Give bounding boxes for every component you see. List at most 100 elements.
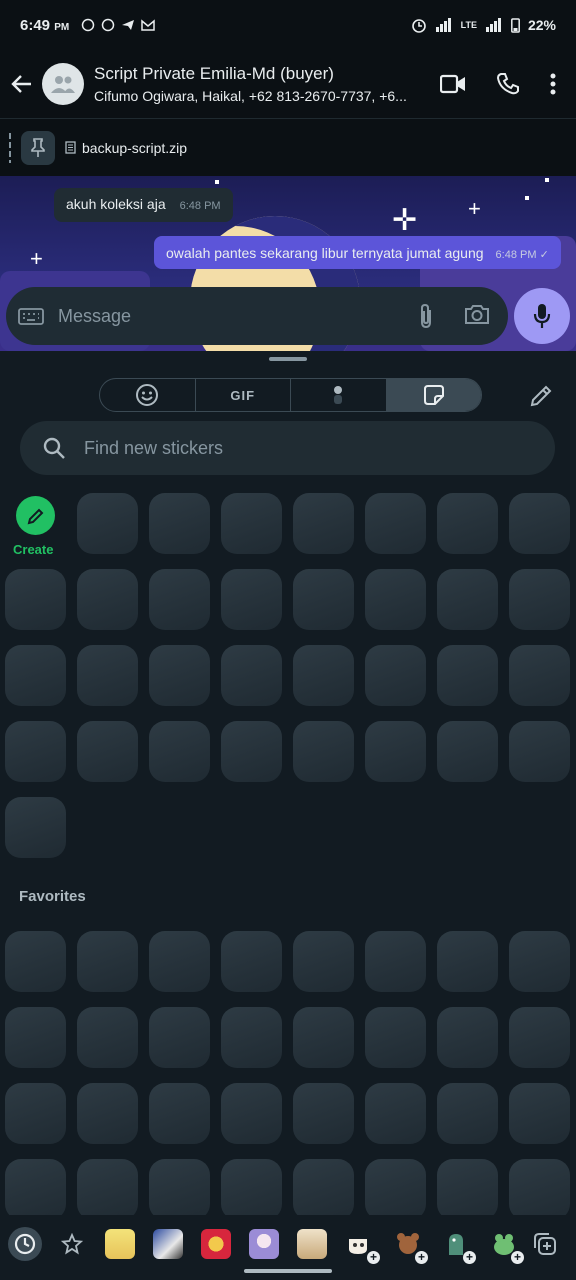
sticker-placeholder[interactable] [77, 493, 138, 554]
sticker-placeholder[interactable] [293, 1083, 354, 1144]
add-stickers-button[interactable] [530, 1229, 560, 1259]
pinned-message-bar[interactable]: backup-script.zip [0, 118, 576, 176]
sticker-search-bar[interactable]: Find new stickers [20, 421, 555, 475]
message-input[interactable]: Message [58, 306, 416, 327]
sticker-placeholder[interactable] [221, 645, 282, 706]
sticker-placeholder[interactable] [221, 1083, 282, 1144]
keyboard-icon[interactable] [18, 306, 44, 326]
sticker-placeholder[interactable] [149, 569, 210, 630]
sticker-placeholder[interactable] [149, 645, 210, 706]
tab-emoji[interactable] [100, 379, 196, 411]
video-call-icon[interactable] [440, 74, 466, 94]
sticker-placeholder[interactable] [365, 721, 426, 782]
message-incoming[interactable]: akuh koleksi aja 6:48 PM [54, 188, 233, 222]
tab-gif[interactable]: GIF [196, 379, 291, 411]
voice-call-icon[interactable] [496, 72, 520, 96]
sticker-placeholder[interactable] [293, 1159, 354, 1220]
favorite-stickers-button[interactable] [57, 1229, 87, 1259]
sticker-pack-thumbnail[interactable] [153, 1229, 183, 1259]
tab-stickers[interactable] [386, 379, 481, 411]
sticker-placeholder[interactable] [365, 931, 426, 992]
sticker-placeholder[interactable] [149, 1159, 210, 1220]
sticker-placeholder[interactable] [77, 1007, 138, 1068]
tab-avatar[interactable] [291, 379, 387, 411]
group-avatar[interactable] [42, 63, 84, 105]
recent-stickers-button[interactable] [8, 1227, 42, 1261]
sticker-pack-thumbnail[interactable] [105, 1229, 135, 1259]
sticker-pack-add[interactable]: + [345, 1229, 380, 1264]
sticker-placeholder[interactable] [437, 1083, 498, 1144]
sticker-placeholder[interactable] [221, 493, 282, 554]
sticker-placeholder[interactable] [365, 1083, 426, 1144]
message-outgoing[interactable]: owalah pantes sekarang libur ternyata ju… [154, 236, 561, 269]
sticker-placeholder[interactable] [77, 931, 138, 992]
sticker-placeholder[interactable] [437, 1159, 498, 1220]
sticker-placeholder[interactable] [221, 931, 282, 992]
gesture-nav-bar[interactable] [244, 1269, 332, 1273]
sticker-placeholder[interactable] [5, 1083, 66, 1144]
sticker-placeholder[interactable] [437, 493, 498, 554]
back-button[interactable] [2, 73, 42, 95]
more-options-icon[interactable] [550, 73, 556, 95]
sticker-placeholder[interactable] [509, 931, 570, 992]
sticker-placeholder[interactable] [509, 1083, 570, 1144]
sticker-placeholder[interactable] [149, 721, 210, 782]
sticker-placeholder[interactable] [437, 931, 498, 992]
message-composer[interactable]: Message [6, 287, 508, 345]
sticker-placeholder[interactable] [437, 1007, 498, 1068]
sticker-placeholder[interactable] [509, 721, 570, 782]
attach-icon[interactable] [416, 303, 436, 329]
sticker-pack-add[interactable]: + [441, 1229, 476, 1264]
sticker-placeholder[interactable] [5, 931, 66, 992]
voice-record-button[interactable] [514, 288, 570, 344]
sticker-placeholder[interactable] [365, 1007, 426, 1068]
sticker-placeholder[interactable] [293, 645, 354, 706]
sticker-placeholder[interactable] [437, 569, 498, 630]
sticker-placeholder[interactable] [77, 645, 138, 706]
sticker-pack-thumbnail[interactable] [201, 1229, 231, 1259]
sticker-placeholder[interactable] [149, 931, 210, 992]
sticker-placeholder[interactable] [5, 569, 66, 630]
sticker-placeholder[interactable] [221, 1159, 282, 1220]
sticker-placeholder[interactable] [509, 645, 570, 706]
sticker-pack-thumbnail[interactable] [249, 1229, 279, 1259]
sticker-placeholder[interactable] [5, 797, 66, 858]
sticker-placeholder[interactable] [221, 569, 282, 630]
sticker-placeholder[interactable] [365, 1159, 426, 1220]
sticker-placeholder[interactable] [77, 569, 138, 630]
sticker-placeholder[interactable] [77, 1159, 138, 1220]
sticker-placeholder[interactable] [509, 569, 570, 630]
panel-drag-handle[interactable] [269, 357, 307, 361]
sticker-placeholder[interactable] [293, 721, 354, 782]
sticker-placeholder[interactable] [509, 493, 570, 554]
sticker-placeholder[interactable] [509, 1159, 570, 1220]
sticker-placeholder[interactable] [77, 1083, 138, 1144]
sticker-placeholder[interactable] [437, 721, 498, 782]
sticker-placeholder[interactable] [293, 1007, 354, 1068]
sticker-placeholder[interactable] [437, 645, 498, 706]
sticker-placeholder[interactable] [5, 721, 66, 782]
sticker-placeholder[interactable] [509, 1007, 570, 1068]
sticker-placeholder[interactable] [365, 569, 426, 630]
sticker-placeholder[interactable] [5, 645, 66, 706]
sticker-pack-add[interactable]: + [393, 1229, 428, 1264]
sticker-placeholder[interactable] [149, 1083, 210, 1144]
sticker-placeholder[interactable] [5, 1007, 66, 1068]
sticker-placeholder[interactable] [149, 1007, 210, 1068]
sticker-placeholder[interactable] [365, 645, 426, 706]
sticker-placeholder[interactable] [293, 569, 354, 630]
sticker-placeholder[interactable] [221, 1007, 282, 1068]
create-sticker-button[interactable] [16, 496, 55, 535]
create-sticker-label[interactable]: Create [13, 542, 53, 557]
chat-info[interactable]: Script Private Emilia-Md (buyer) Cifumo … [94, 64, 424, 104]
sticker-placeholder[interactable] [5, 1159, 66, 1220]
sticker-placeholder[interactable] [221, 721, 282, 782]
edit-stickers-icon[interactable] [528, 383, 554, 409]
sticker-placeholder[interactable] [365, 493, 426, 554]
camera-icon[interactable] [464, 303, 490, 325]
sticker-placeholder[interactable] [293, 931, 354, 992]
sticker-pack-add[interactable]: + [489, 1229, 524, 1264]
sticker-placeholder[interactable] [77, 721, 138, 782]
sticker-placeholder[interactable] [149, 493, 210, 554]
sticker-search-input[interactable]: Find new stickers [84, 438, 223, 459]
